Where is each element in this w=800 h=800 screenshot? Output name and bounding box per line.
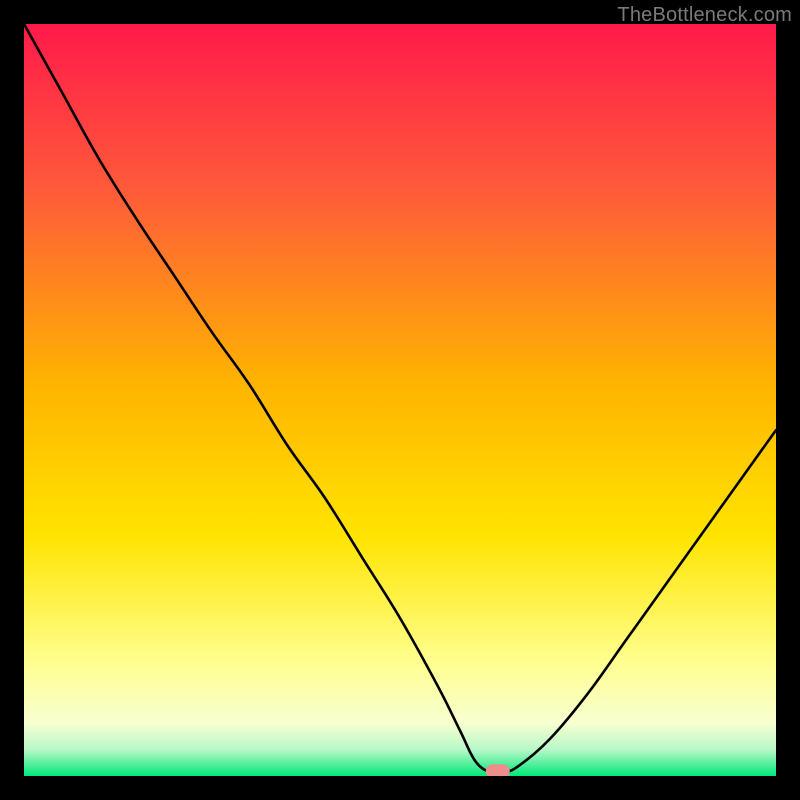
gradient-background xyxy=(24,24,776,776)
bottleneck-chart xyxy=(24,24,776,776)
optimal-marker xyxy=(486,764,510,776)
watermark: TheBottleneck.com xyxy=(617,4,792,27)
